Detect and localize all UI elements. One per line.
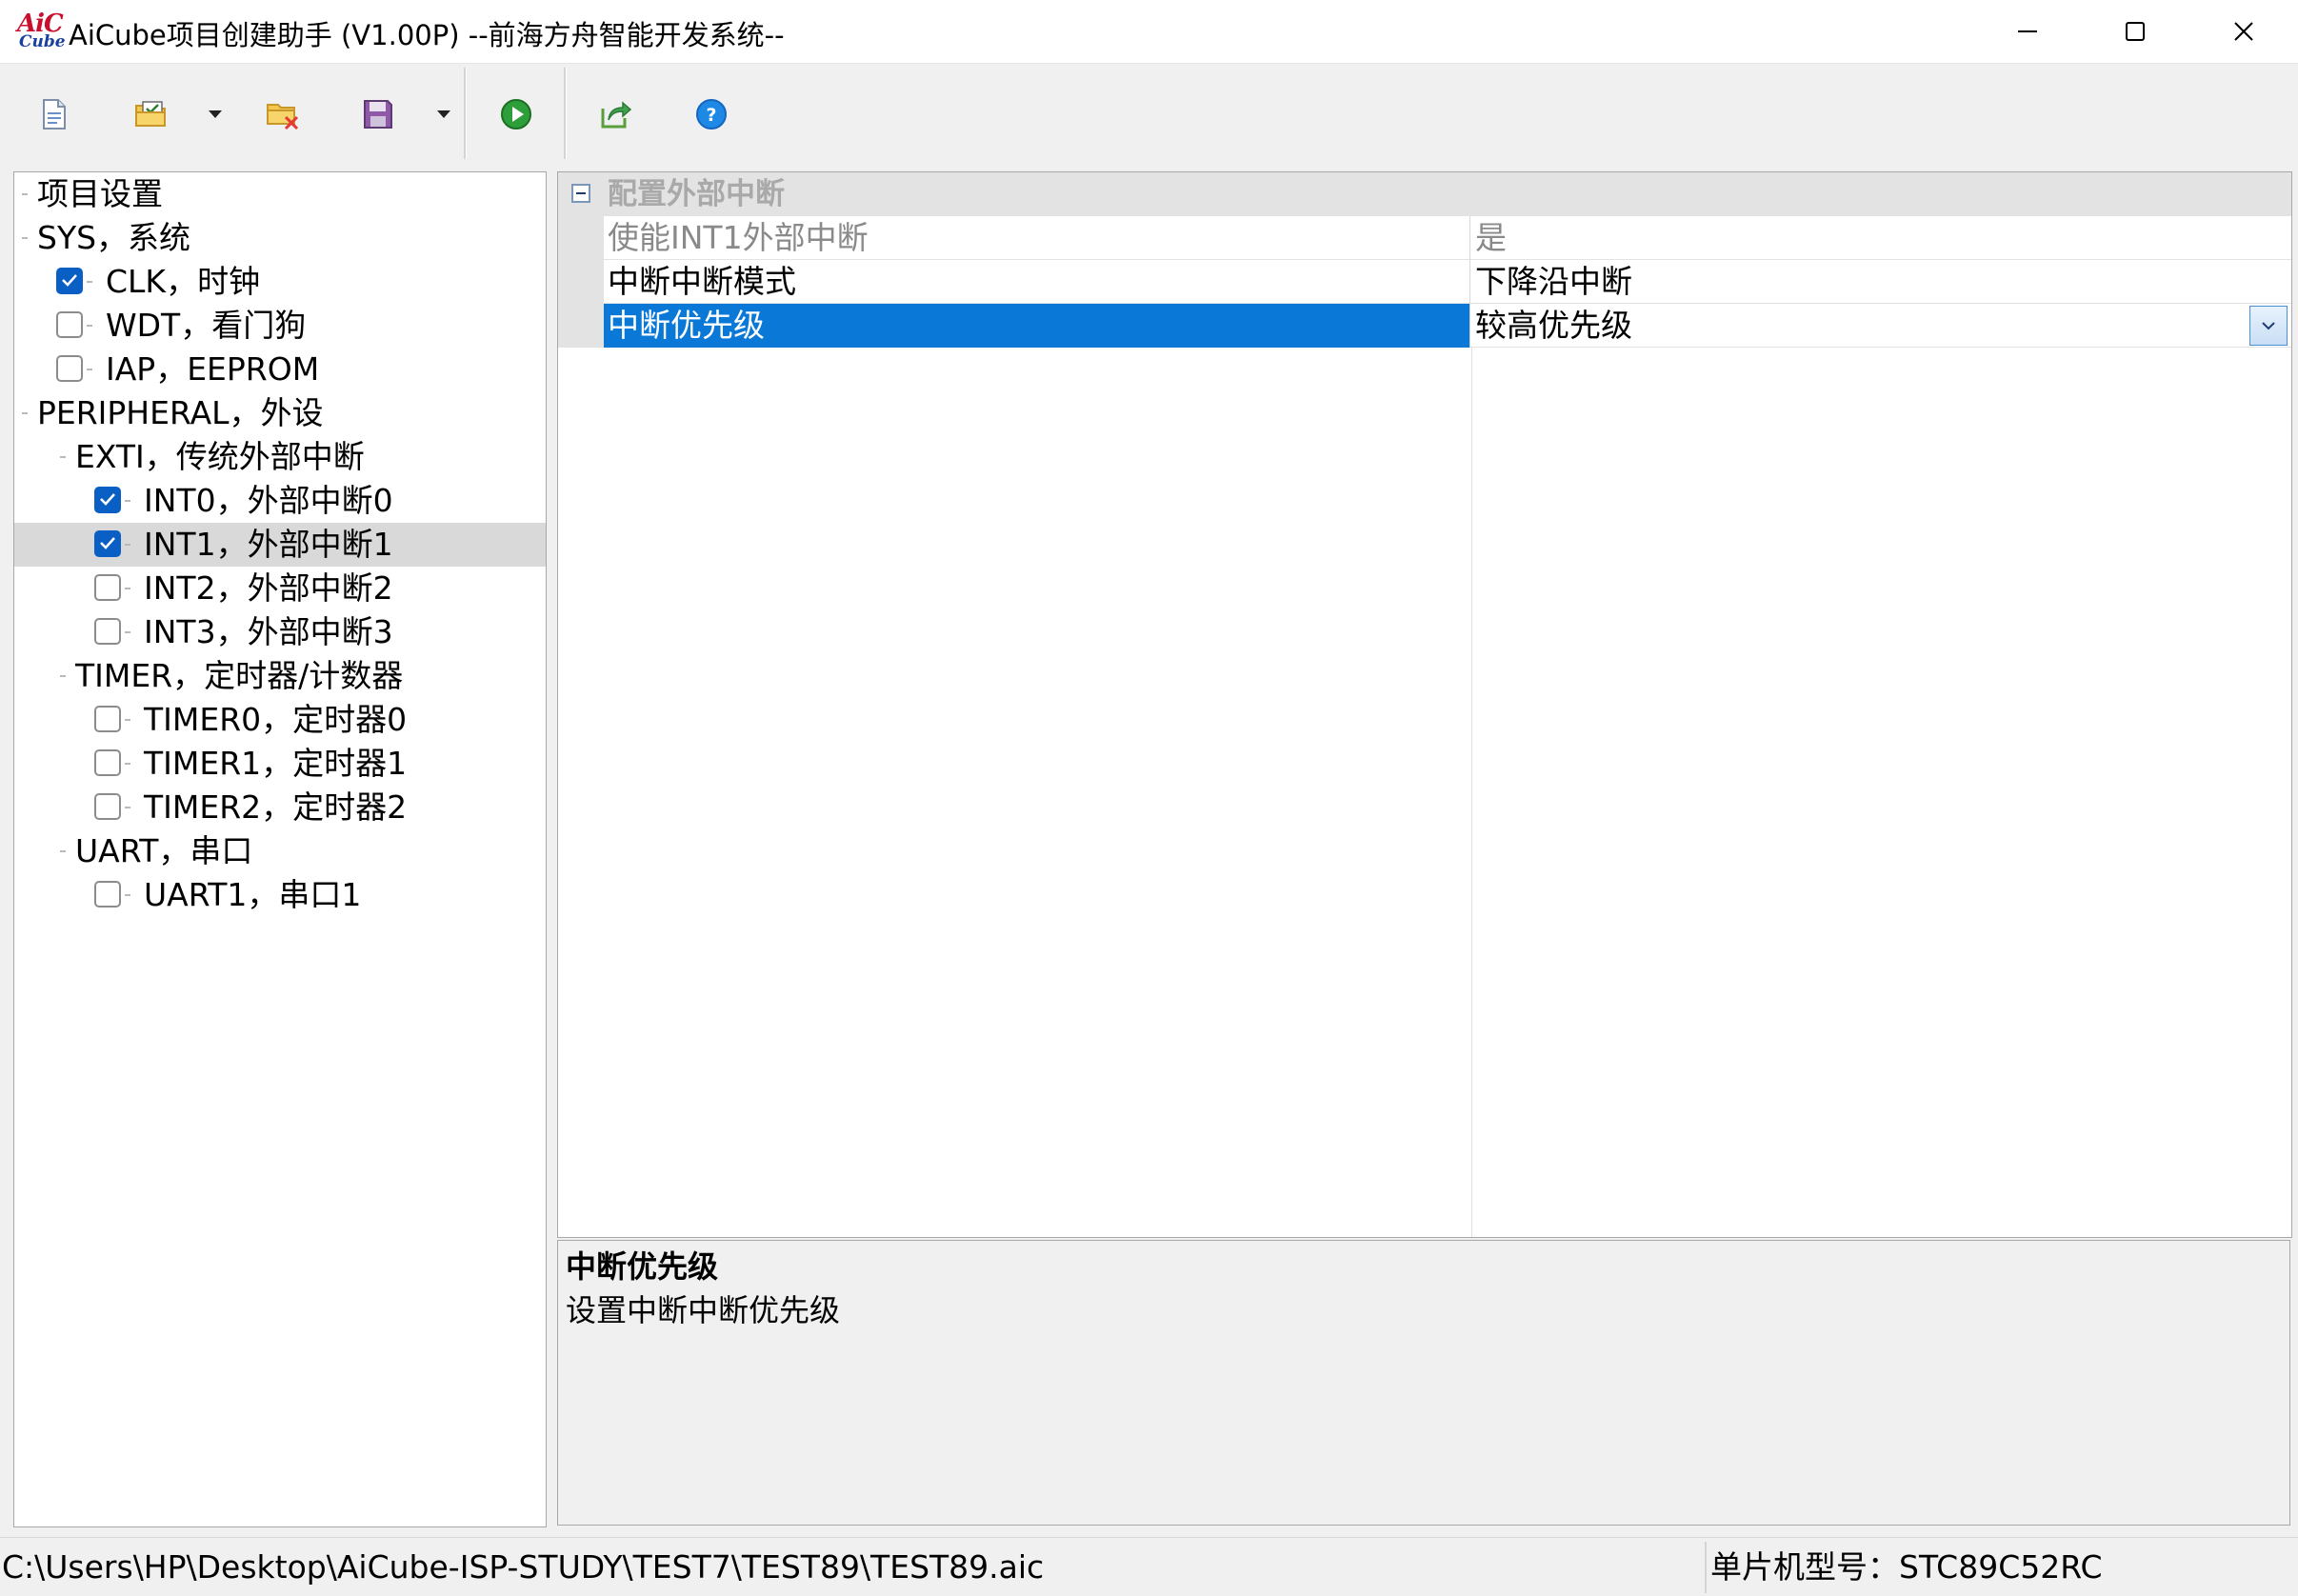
maximize-button[interactable] xyxy=(2082,0,2188,63)
checkbox-clk[interactable] xyxy=(56,268,83,294)
play-icon xyxy=(501,99,531,130)
tree-item-iap[interactable]: IAP，EEPROM xyxy=(14,348,546,391)
tree-item-timer[interactable]: TIMER，定时器/计数器 xyxy=(14,654,546,698)
tree-item-exti[interactable]: EXTI，传统外部中断 xyxy=(14,435,546,479)
description-text: 设置中断中断优先级 xyxy=(566,1292,841,1328)
project-path: C:\Users\HP\Desktop\AiCube-ISP-STUDY\TES… xyxy=(2,1548,1045,1586)
help-icon: ? xyxy=(696,99,727,130)
checkbox-iap[interactable] xyxy=(56,355,83,382)
window-title: AiCube项目创建助手 (V1.00P) --前海方舟智能开发系统-- xyxy=(69,19,785,51)
close-icon xyxy=(2234,22,2253,41)
priority-dropdown-button[interactable] xyxy=(2249,306,2288,346)
property-value: 下降沿中断 xyxy=(1475,263,1632,300)
toolbar-separator xyxy=(464,68,467,159)
open-project-dropdown[interactable] xyxy=(204,89,227,140)
property-key: 使能INT1外部中断 xyxy=(608,219,869,256)
checkbox-wdt[interactable] xyxy=(56,311,83,338)
chevron-down-icon xyxy=(437,110,450,118)
export-arrow-icon xyxy=(601,101,632,129)
maximize-icon xyxy=(2126,22,2145,41)
tree-item-timer1[interactable]: TIMER1，定时器1 xyxy=(14,742,546,786)
tree-item-wdt[interactable]: WDT，看门狗 xyxy=(14,304,546,348)
folder-delete-icon xyxy=(267,104,299,130)
mcu-model: 单片机型号：STC89C52RC xyxy=(1710,1548,2103,1586)
run-generate-button[interactable] xyxy=(490,89,542,140)
open-project-button[interactable] xyxy=(126,89,177,140)
tree-item-timer2[interactable]: TIMER2，定时器2 xyxy=(14,786,546,829)
description-title: 中断优先级 xyxy=(566,1248,719,1285)
chevron-down-icon xyxy=(2262,322,2275,330)
property-key: 中断中断模式 xyxy=(608,263,796,300)
chevron-down-icon xyxy=(209,110,222,118)
property-value: 是 xyxy=(1475,219,1507,256)
title-bar: AiC Cube AiCube项目创建助手 (V1.00P) --前海方舟智能开… xyxy=(0,0,2298,64)
export-button[interactable] xyxy=(590,89,642,140)
priority-select[interactable]: 较高优先级 xyxy=(1471,304,2291,348)
help-button[interactable]: ? xyxy=(686,89,737,140)
checkbox-timer1[interactable] xyxy=(94,749,121,776)
tree-item-int3[interactable]: INT3，外部中断3 xyxy=(14,610,546,654)
tree-item-peripheral[interactable]: PERIPHERAL，外设 xyxy=(14,391,546,435)
column-divider xyxy=(1471,348,1472,1237)
property-category: 配置外部中断 xyxy=(558,172,2291,216)
tree-item-project-settings[interactable]: 项目设置 xyxy=(14,172,546,216)
new-document-icon xyxy=(43,99,66,130)
new-project-button[interactable] xyxy=(29,89,80,140)
save-project-dropdown[interactable] xyxy=(432,89,455,140)
property-gutter xyxy=(558,216,604,348)
property-row-priority[interactable]: 中断优先级 较高优先级 xyxy=(604,304,2291,348)
tree-item-timer0[interactable]: TIMER0，定时器0 xyxy=(14,698,546,742)
checkbox-int3[interactable] xyxy=(94,618,121,645)
minimize-button[interactable] xyxy=(1974,0,2081,63)
module-tree: 项目设置 SYS，系统 CLK，时钟 WDT，看门狗 IAP，EEPROM PE… xyxy=(13,171,547,1527)
checkbox-int0[interactable] xyxy=(94,487,121,513)
tree-item-int1[interactable]: INT1，外部中断1 xyxy=(14,523,546,567)
status-separator xyxy=(1705,1542,1707,1593)
toolbar: ? xyxy=(0,64,2298,164)
tree-item-int0[interactable]: INT0，外部中断0 xyxy=(14,479,546,523)
checkbox-uart1[interactable] xyxy=(94,881,121,908)
property-value: 较高优先级 xyxy=(1475,307,1632,344)
app-logo: AiC Cube xyxy=(17,10,66,51)
collapse-icon[interactable] xyxy=(571,184,590,203)
save-project-button[interactable] xyxy=(352,89,404,140)
description-pane: 中断优先级 设置中断中断优先级 xyxy=(557,1240,2290,1526)
tree-item-int2[interactable]: INT2，外部中断2 xyxy=(14,567,546,610)
close-project-button[interactable] xyxy=(257,89,309,140)
property-row-trigger-mode[interactable]: 中断中断模式 下降沿中断 xyxy=(604,260,2291,304)
minimize-icon xyxy=(2018,30,2037,32)
property-grid: 配置外部中断 使能INT1外部中断 是 中断中断模式 下降沿中断 中断优先级 较… xyxy=(557,171,2292,1238)
tree-item-uart1[interactable]: UART1，串口1 xyxy=(14,873,546,917)
status-bar: C:\Users\HP\Desktop\AiCube-ISP-STUDY\TES… xyxy=(0,1537,2298,1596)
open-folder-icon xyxy=(135,101,166,127)
toolbar-separator xyxy=(564,68,567,159)
checkbox-timer2[interactable] xyxy=(94,793,121,820)
property-row-enable-int1[interactable]: 使能INT1外部中断 是 xyxy=(604,216,2291,260)
save-disk-icon xyxy=(364,100,392,129)
tree-item-clk[interactable]: CLK，时钟 xyxy=(14,260,546,304)
tree-item-sys[interactable]: SYS，系统 xyxy=(14,216,546,260)
checkbox-timer0[interactable] xyxy=(94,706,121,732)
tree-item-uart[interactable]: UART，串口 xyxy=(14,829,546,873)
svg-text:?: ? xyxy=(706,105,716,126)
checkbox-int2[interactable] xyxy=(94,574,121,601)
close-button[interactable] xyxy=(2190,0,2297,63)
property-key: 中断优先级 xyxy=(608,307,765,344)
checkbox-int1[interactable] xyxy=(94,530,121,557)
category-label: 配置外部中断 xyxy=(608,177,785,211)
